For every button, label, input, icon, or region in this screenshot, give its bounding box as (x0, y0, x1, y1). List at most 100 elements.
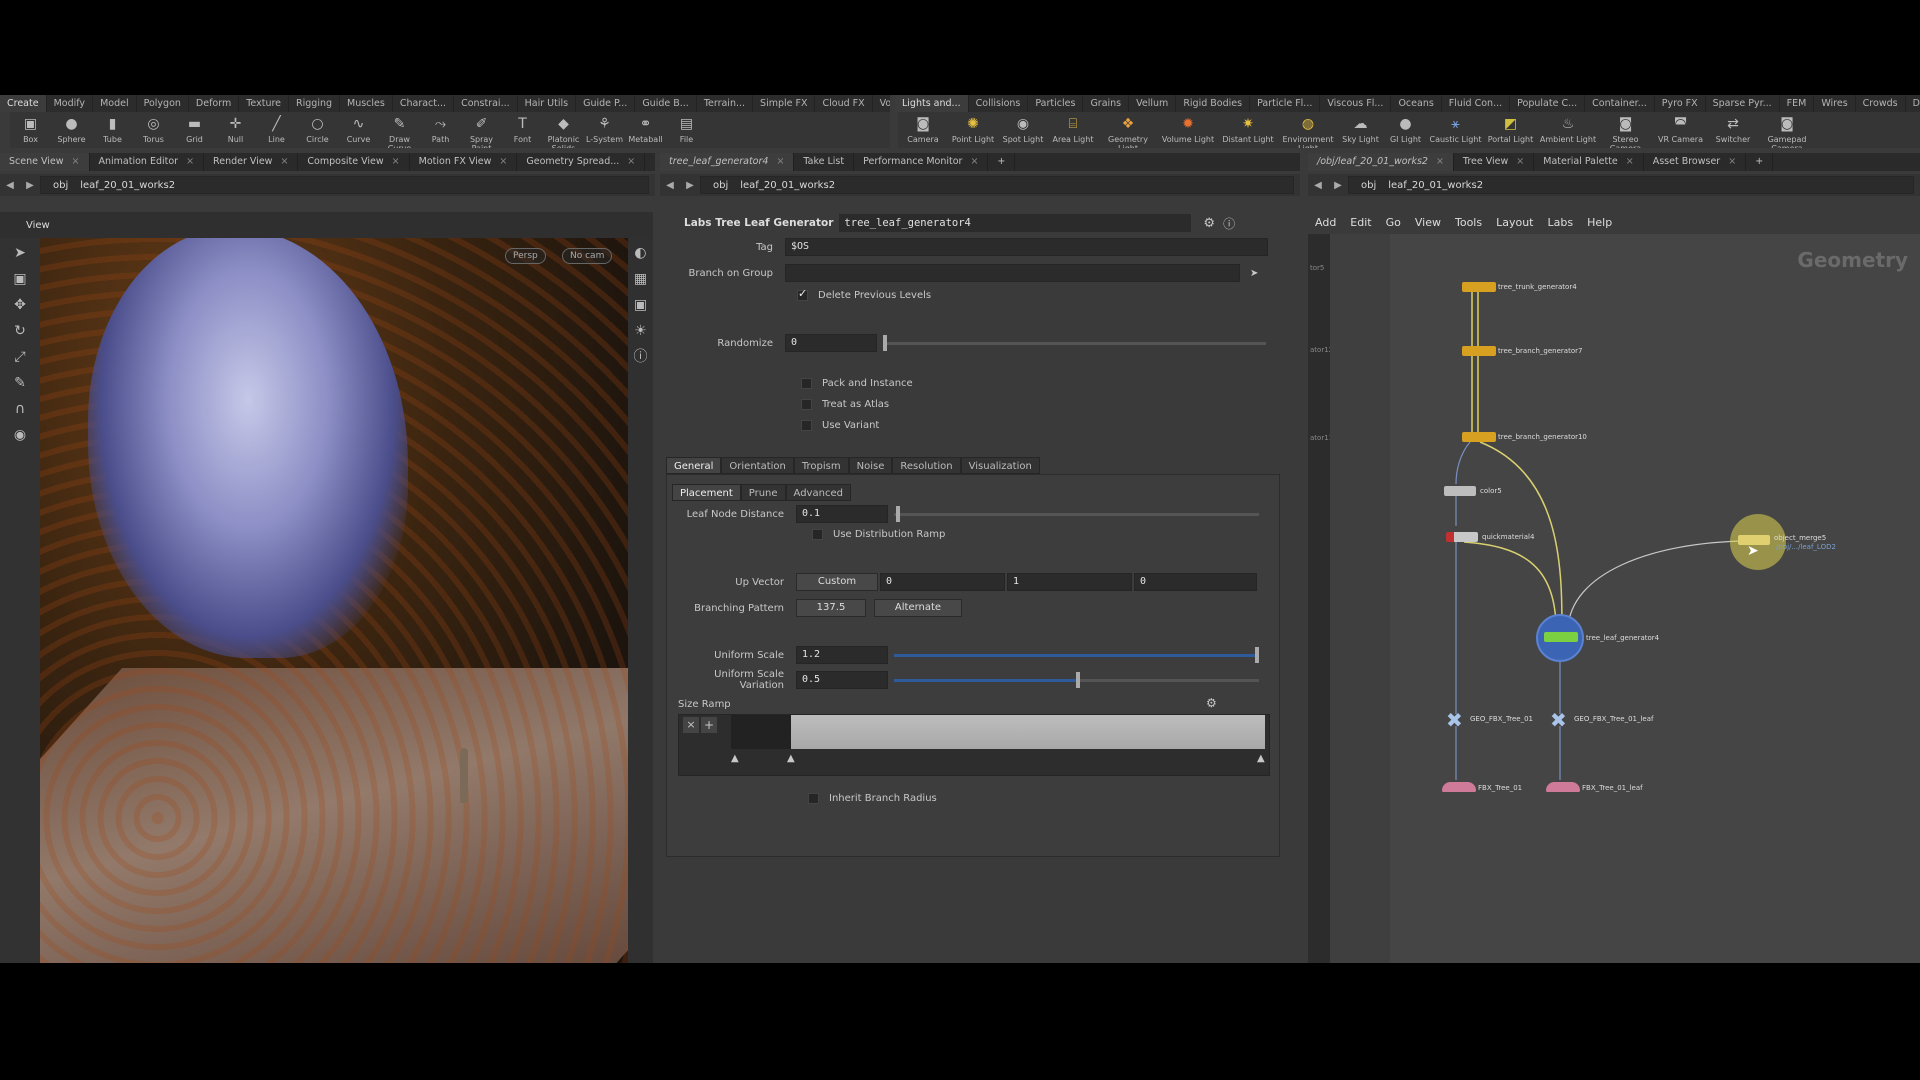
add-tab-icon[interactable]: + (988, 153, 1016, 171)
shelf-tab[interactable]: Particle Fl... (1250, 95, 1321, 112)
shelf-tool-camera[interactable]: ◙ Camera (898, 112, 948, 148)
tab-render-view[interactable]: Render View × (204, 153, 299, 171)
ramp-key-icon[interactable]: ▲ (731, 753, 739, 764)
tab-tropism[interactable]: Tropism (793, 457, 849, 474)
shelf-tool-curve[interactable]: ∿ Curve (338, 112, 379, 148)
shelf-tool-switcher[interactable]: ⇄ Switcher (1708, 112, 1758, 148)
ramp-remove-icon[interactable]: × (683, 717, 699, 733)
tab-geometry-spreadsheet[interactable]: Geometry Spread... × (517, 153, 646, 171)
camera-menu[interactable]: No cam (562, 248, 613, 264)
select-tool-icon[interactable]: ➤ (9, 242, 31, 264)
shelf-tool-grid[interactable]: ▬ Grid (174, 112, 215, 148)
path-node[interactable]: leaf_20_01_works2 (1382, 180, 1489, 191)
menu-tools[interactable]: Tools (1448, 216, 1489, 229)
display-option-icon[interactable]: ◐ (630, 242, 652, 264)
shelf-tool-sky-light[interactable]: ☁ Sky Light (1338, 112, 1383, 148)
branching-mode-dropdown[interactable]: Alternate (874, 599, 962, 617)
leaf-dist-slider[interactable] (894, 505, 1259, 522)
shelf-tab[interactable]: Muscles (340, 95, 393, 112)
randomize-field[interactable]: 0 (785, 334, 877, 352)
tab-take-list[interactable]: Take List (794, 153, 855, 171)
shelf-tab[interactable]: FEM (1780, 95, 1815, 112)
size-ramp-widget[interactable]: × + ▲ ▲ ▲ (678, 714, 1270, 776)
menu-add[interactable]: Add (1308, 216, 1343, 229)
shelf-tab[interactable]: Constrai... (454, 95, 518, 112)
info-icon[interactable]: ⓘ (630, 346, 652, 368)
up-vector-y[interactable]: 1 (1007, 573, 1132, 591)
camera-icon[interactable]: ◉ (9, 424, 31, 446)
tab-resolution[interactable]: Resolution (892, 457, 961, 474)
lock-icon[interactable]: ▣ (9, 268, 31, 290)
shelf-tab[interactable]: Pyro FX (1655, 95, 1706, 112)
scale-var-field[interactable]: 0.5 (796, 671, 888, 689)
light-icon[interactable]: ☀ (630, 320, 652, 342)
network-canvas[interactable]: Geometry tree_trunk_generator4 tree_bran… (1390, 234, 1920, 963)
tab-animation-editor[interactable]: Animation Editor × (90, 153, 205, 171)
move-tool-icon[interactable]: ✥ (9, 294, 31, 316)
tab-motion-fx-view[interactable]: Motion FX View × (410, 153, 518, 171)
forward-arrow-icon[interactable]: ▶ (1328, 180, 1348, 191)
tab-scene-view[interactable]: Scene View × (0, 153, 90, 171)
path-field[interactable]: obj leaf_20_01_works2 (1348, 176, 1914, 194)
shelf-tab[interactable]: Grains (1083, 95, 1130, 112)
rop-fbx-leaf-icon[interactable]: ✖ (1550, 708, 1567, 732)
ramp-key-icon[interactable]: ▲ (1257, 753, 1265, 764)
tab-orientation[interactable]: Orientation (721, 457, 794, 474)
shelf-tool-portal-light[interactable]: ◩ Portal Light (1483, 112, 1538, 148)
shelf-tool-metaball[interactable]: ⚭ Metaball (625, 112, 666, 148)
persp-menu[interactable]: Persp (505, 248, 546, 264)
shelf-tab[interactable]: Oceans (1391, 95, 1442, 112)
gear-icon[interactable]: ⚙ (1203, 216, 1215, 231)
leaf-dist-field[interactable]: 0.1 (796, 505, 888, 523)
shelf-tool-draw-curve[interactable]: ✎Draw Curve (379, 112, 420, 148)
shelf-tool-gamepad-camera[interactable]: ◙Gamepad Camera (1758, 112, 1816, 148)
tab-performance-monitor[interactable]: Performance Monitor × (854, 153, 989, 171)
arrow-select-icon[interactable]: ➤ (1250, 268, 1258, 279)
shelf-tool-distant-light[interactable]: ✷ Distant Light (1218, 112, 1278, 148)
ramp-key-icon[interactable]: ▲ (787, 753, 795, 764)
add-tab-icon[interactable]: + (1746, 153, 1774, 171)
menu-go[interactable]: Go (1379, 216, 1408, 229)
wireframe-icon[interactable]: ▦ (630, 268, 652, 290)
uniform-scale-slider[interactable] (894, 646, 1259, 663)
node-branch-generator10[interactable] (1462, 432, 1496, 442)
path-context[interactable]: obj (47, 180, 74, 191)
treat-atlas-checkbox[interactable] (801, 398, 812, 410)
up-vector-dropdown[interactable]: Custom (796, 573, 878, 591)
shelf-tab[interactable]: Sparse Pyr... (1706, 95, 1780, 112)
shelf-tab[interactable]: Guide B... (635, 95, 697, 112)
branch-group-field[interactable] (785, 264, 1240, 282)
menu-help[interactable]: Help (1580, 216, 1619, 229)
tab-placement[interactable]: Placement (672, 484, 741, 501)
tab-material-palette[interactable]: Material Palette × (1534, 153, 1644, 171)
tab-noise[interactable]: Noise (848, 457, 893, 474)
shelf-tab[interactable]: Lights and... (895, 95, 969, 112)
lock-camera-icon[interactable]: ▣ (630, 294, 652, 316)
shelf-tab[interactable]: Terrain... (697, 95, 754, 112)
shelf-tool-vr-camera[interactable]: ◚ VR Camera (1653, 112, 1708, 148)
tab-asset-browser[interactable]: Asset Browser × (1644, 153, 1747, 171)
shelf-tab[interactable]: Hair Utils (518, 95, 577, 112)
branching-value-dropdown[interactable]: 137.5 (796, 599, 866, 617)
forward-arrow-icon[interactable]: ▶ (680, 180, 700, 191)
node-quickmaterial4[interactable] (1446, 532, 1478, 542)
shelf-tool-caustic-light[interactable]: ⚹ Caustic Light (1428, 112, 1483, 148)
tab-tree-view[interactable]: Tree View × (1454, 153, 1535, 171)
shelf-tab[interactable]: Guide P... (576, 95, 636, 112)
shelf-tab[interactable]: Vellum (1129, 95, 1177, 112)
help-icon[interactable]: ⓘ (1223, 215, 1235, 232)
tab-visualization[interactable]: Visualization (960, 457, 1040, 474)
tag-field[interactable]: $OS (785, 238, 1268, 256)
shelf-tool-font[interactable]: T Font (502, 112, 543, 148)
shelf-tab[interactable]: Fluid Con... (1442, 95, 1511, 112)
pack-instance-checkbox[interactable] (801, 377, 812, 389)
menu-view[interactable]: View (1408, 216, 1448, 229)
shelf-tab[interactable]: Deform (189, 95, 240, 112)
shelf-tab[interactable]: Rigging (289, 95, 341, 112)
add-tab-icon[interactable]: + (645, 153, 655, 171)
shelf-tool-null[interactable]: ✛ Null (215, 112, 256, 148)
shelf-tool-area-light[interactable]: ⌸ Area Light (1048, 112, 1098, 148)
node-name-field[interactable]: tree_leaf_generator4 (839, 214, 1192, 232)
node-leaf-generator4[interactable] (1544, 632, 1578, 642)
uniform-scale-field[interactable]: 1.2 (796, 646, 888, 664)
